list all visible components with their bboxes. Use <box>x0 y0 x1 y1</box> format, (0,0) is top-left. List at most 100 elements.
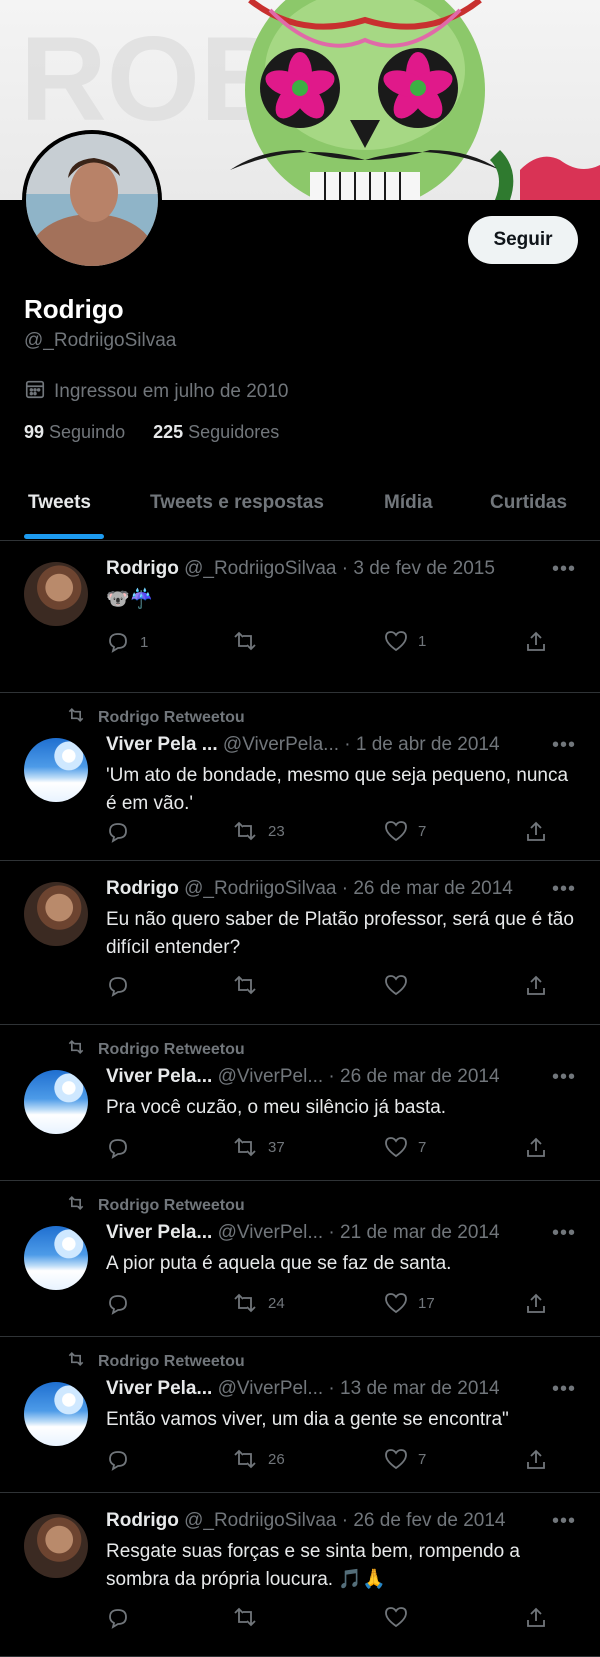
tweet-author-avatar[interactable] <box>24 1382 88 1446</box>
tweet-author-avatar[interactable] <box>24 738 88 802</box>
tweet-author-name[interactable]: Rodrigo <box>106 558 179 579</box>
more-options-icon[interactable]: ••• <box>552 1066 576 1089</box>
reply-button[interactable] <box>106 1448 140 1472</box>
tweet-meta: @ViverPel... · 13 de mar de 2014 <box>217 1378 500 1399</box>
tweet-author-avatar[interactable] <box>24 1070 88 1134</box>
like-count: 1 <box>418 632 427 650</box>
following-link[interactable]: 99 Seguindo <box>24 422 125 443</box>
tweet-actions: 37 7 <box>106 1136 576 1164</box>
tab-likes[interactable]: Curtidas <box>490 492 567 514</box>
reply-icon <box>106 1136 130 1160</box>
reply-button[interactable] <box>106 1606 140 1630</box>
followers-link[interactable]: 225 Seguidores <box>153 422 279 443</box>
retweet-button[interactable]: 24 <box>232 1292 285 1314</box>
tweet-text: Então vamos viver, um dia a gente se enc… <box>106 1409 509 1430</box>
tweet[interactable]: Rodrigo Retweetou Viver Pela ... @ViverP… <box>0 692 600 861</box>
tweet[interactable]: Rodrigo @_RodriigoSilvaa · 26 de fev de … <box>0 1492 600 1657</box>
tab-media[interactable]: Mídia <box>384 492 433 514</box>
active-tab-indicator <box>24 534 104 539</box>
more-options-icon[interactable]: ••• <box>552 1510 576 1533</box>
tweet-header: Rodrigo @_RodriigoSilvaa · 26 de mar de … <box>106 878 513 900</box>
retweet-label: Rodrigo Retweetou <box>98 708 245 726</box>
reply-icon <box>106 1292 130 1316</box>
retweet-icon <box>232 820 258 842</box>
retweet-button[interactable] <box>232 1606 268 1628</box>
reply-button[interactable] <box>106 974 140 998</box>
profile-tabs: Tweets Tweets e respostas Mídia Curtidas <box>0 472 600 541</box>
heart-icon <box>384 630 408 652</box>
tweet-author-avatar[interactable] <box>24 882 88 946</box>
heart-icon <box>384 1606 408 1628</box>
retweet-button[interactable] <box>232 974 268 996</box>
retweet-button[interactable] <box>232 630 268 652</box>
tweet[interactable]: Rodrigo @_RodriigoSilvaa · 3 de fev de 2… <box>0 540 600 693</box>
share-button[interactable] <box>524 1606 548 1630</box>
tweet-author-name[interactable]: Rodrigo <box>106 1510 179 1531</box>
tweet-author-name[interactable]: Viver Pela... <box>106 1066 212 1087</box>
more-options-icon[interactable]: ••• <box>552 878 576 901</box>
like-button[interactable]: 7 <box>384 1136 426 1158</box>
calendar-icon <box>24 378 46 406</box>
share-button[interactable] <box>524 630 548 654</box>
tweet-author-avatar[interactable] <box>24 1514 88 1578</box>
tweet-author-name[interactable]: Viver Pela... <box>106 1222 212 1243</box>
retweet-label: Rodrigo Retweetou <box>98 1196 245 1214</box>
tweet[interactable]: Rodrigo @_RodriigoSilvaa · 26 de mar de … <box>0 860 600 1025</box>
like-button[interactable]: 7 <box>384 1448 426 1470</box>
share-button[interactable] <box>524 820 548 844</box>
tweet-header: Rodrigo @_RodriigoSilvaa · 3 de fev de 2… <box>106 558 495 580</box>
tweet-actions: 1 1 <box>106 630 576 658</box>
tweet-author-avatar[interactable] <box>24 1226 88 1290</box>
share-button[interactable] <box>524 1136 548 1160</box>
heart-icon <box>384 1136 408 1158</box>
tweet[interactable]: Rodrigo Retweetou Viver Pela... @ViverPe… <box>0 1336 600 1493</box>
retweet-icon <box>232 1448 258 1470</box>
more-options-icon[interactable]: ••• <box>552 558 576 581</box>
tweet-meta: @_RodriigoSilvaa · 3 de fev de 2015 <box>184 558 495 579</box>
like-button[interactable]: 1 <box>384 630 426 652</box>
profile-avatar[interactable] <box>22 130 162 270</box>
share-button[interactable] <box>524 1448 548 1472</box>
tab-tweets-and-replies[interactable]: Tweets e respostas <box>150 492 324 514</box>
retweet-label: Rodrigo Retweetou <box>98 1040 245 1058</box>
more-options-icon[interactable]: ••• <box>552 1378 576 1401</box>
reply-button[interactable] <box>106 820 140 844</box>
tweet[interactable]: Rodrigo Retweetou Viver Pela... @ViverPe… <box>0 1024 600 1181</box>
tweet-text: Eu não quero saber de Platão professor, … <box>106 909 574 958</box>
joined-date: Ingressou em julho de 2010 <box>24 378 289 406</box>
tweet-header: Viver Pela ... @ViverPela... · 1 de abr … <box>106 734 500 756</box>
like-button[interactable]: 17 <box>384 1292 435 1314</box>
like-button[interactable] <box>384 1606 418 1628</box>
reply-button[interactable] <box>106 1136 140 1160</box>
tweet-author-avatar[interactable] <box>24 562 88 626</box>
more-options-icon[interactable]: ••• <box>552 1222 576 1245</box>
tweet-header: Viver Pela... @ViverPel... · 26 de mar d… <box>106 1066 500 1088</box>
share-button[interactable] <box>524 974 548 998</box>
retweet-button[interactable]: 23 <box>232 820 285 842</box>
tweet-header: Viver Pela... @ViverPel... · 21 de mar d… <box>106 1222 500 1244</box>
retweet-icon <box>66 1194 86 1217</box>
reply-icon <box>106 820 130 844</box>
tweet-meta: @ViverPela... · 1 de abr de 2014 <box>222 734 500 755</box>
tweet-meta: @ViverPel... · 21 de mar de 2014 <box>217 1222 500 1243</box>
tweet-author-name[interactable]: Rodrigo <box>106 878 179 899</box>
like-button[interactable]: 7 <box>384 820 426 842</box>
tweet-header: Viver Pela... @ViverPel... · 13 de mar d… <box>106 1378 500 1400</box>
tweet[interactable]: Rodrigo Retweetou Viver Pela... @ViverPe… <box>0 1180 600 1337</box>
reply-button[interactable] <box>106 1292 140 1316</box>
like-button[interactable] <box>384 974 418 996</box>
retweet-button[interactable]: 26 <box>232 1448 285 1470</box>
share-button[interactable] <box>524 1292 548 1316</box>
retweet-button[interactable]: 37 <box>232 1136 285 1158</box>
reply-icon <box>106 630 130 654</box>
tweet-text: A pior puta é aquela que se faz de santa… <box>106 1253 452 1274</box>
reply-button[interactable]: 1 <box>106 630 148 654</box>
retweet-indicator: Rodrigo Retweetou <box>66 706 245 729</box>
tweet-author-name[interactable]: Viver Pela ... <box>106 734 218 755</box>
follow-button[interactable]: Seguir <box>468 216 578 264</box>
share-icon <box>524 1292 548 1316</box>
tweet-author-name[interactable]: Viver Pela... <box>106 1378 212 1399</box>
more-options-icon[interactable]: ••• <box>552 734 576 757</box>
reply-count: 1 <box>140 633 149 651</box>
tab-tweets[interactable]: Tweets <box>28 492 91 514</box>
